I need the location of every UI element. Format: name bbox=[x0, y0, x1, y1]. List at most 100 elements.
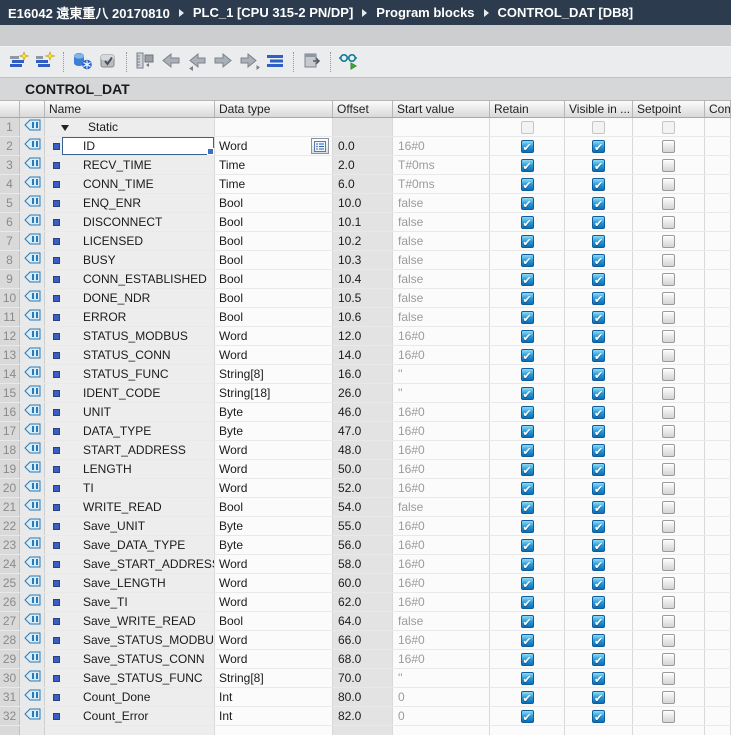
copy-snapshots-to-start-values-button[interactable] bbox=[132, 50, 158, 74]
setpoint-checkbox[interactable] bbox=[662, 443, 675, 457]
row-number[interactable]: 4 bbox=[0, 175, 20, 193]
start-value-cell[interactable]: 16#0 bbox=[393, 441, 490, 459]
setpoint-checkbox[interactable] bbox=[662, 614, 675, 628]
comment-cell[interactable] bbox=[705, 536, 731, 554]
download-without-reinit-button[interactable] bbox=[299, 50, 325, 74]
setpoint-checkbox[interactable] bbox=[662, 595, 675, 609]
retain-checkbox[interactable] bbox=[520, 424, 534, 440]
setpoint-checkbox[interactable] bbox=[662, 253, 675, 267]
setpoint-checkbox[interactable] bbox=[662, 519, 675, 533]
comment-cell[interactable] bbox=[705, 403, 731, 421]
comment-cell[interactable] bbox=[705, 270, 731, 288]
variable-name-cell[interactable]: STATUS_FUNC bbox=[45, 365, 215, 383]
retain-checkbox[interactable] bbox=[520, 557, 534, 573]
data-type-cell[interactable]: String[18] bbox=[215, 384, 333, 402]
data-type-cell[interactable]: Byte bbox=[215, 403, 333, 421]
data-type-cell[interactable]: Word bbox=[215, 650, 333, 668]
header-offset[interactable]: Offset bbox=[333, 101, 393, 117]
visible-in-hmi-checkbox[interactable] bbox=[592, 253, 605, 269]
start-value-cell[interactable]: '' bbox=[393, 384, 490, 402]
retain-checkbox[interactable] bbox=[520, 500, 534, 516]
data-type-cell[interactable]: Word bbox=[215, 137, 333, 155]
group-name-cell[interactable]: Static bbox=[45, 118, 215, 136]
variable-name-cell[interactable]: ID bbox=[45, 137, 215, 155]
retain-checkbox[interactable] bbox=[520, 329, 534, 345]
retain-checkbox[interactable] bbox=[520, 348, 534, 364]
setpoint-checkbox[interactable] bbox=[662, 462, 675, 476]
collapse-triangle-icon[interactable] bbox=[61, 125, 69, 131]
copy-start-to-actual-button[interactable] bbox=[184, 50, 210, 74]
download-start-values-button[interactable] bbox=[210, 50, 236, 74]
row-number[interactable]: 30 bbox=[0, 669, 20, 687]
variable-name-cell[interactable]: TI bbox=[45, 479, 215, 497]
start-value-cell[interactable]: '' bbox=[393, 669, 490, 687]
header-comment[interactable]: Com... bbox=[705, 101, 731, 117]
visible-in-hmi-checkbox[interactable] bbox=[592, 291, 605, 307]
visible-in-hmi-checkbox[interactable] bbox=[592, 595, 605, 611]
retain-checkbox[interactable] bbox=[520, 443, 534, 459]
retain-checkbox[interactable] bbox=[520, 367, 534, 383]
variable-name-cell[interactable]: UNIT bbox=[45, 403, 215, 421]
breadcrumb-item[interactable]: Program blocks bbox=[376, 5, 474, 20]
data-type-cell[interactable]: Bool bbox=[215, 270, 333, 288]
setpoint-checkbox[interactable] bbox=[662, 329, 675, 343]
expanded-mode-button[interactable] bbox=[262, 50, 288, 74]
visible-in-hmi-checkbox[interactable] bbox=[592, 443, 605, 459]
variable-name-cell[interactable]: Count_Error bbox=[45, 707, 215, 725]
variable-name-cell[interactable]: IDENT_CODE bbox=[45, 384, 215, 402]
row-number[interactable]: 16 bbox=[0, 403, 20, 421]
visible-in-hmi-checkbox[interactable] bbox=[592, 557, 605, 573]
retain-checkbox[interactable] bbox=[520, 519, 534, 535]
visible-in-hmi-checkbox[interactable] bbox=[592, 424, 605, 440]
visible-in-hmi-checkbox[interactable] bbox=[592, 272, 605, 288]
start-value-cell[interactable]: false bbox=[393, 612, 490, 630]
data-type-cell[interactable]: Int bbox=[215, 688, 333, 706]
start-value-cell[interactable]: false bbox=[393, 270, 490, 288]
start-value-cell[interactable]: 16#0 bbox=[393, 555, 490, 573]
start-value-cell[interactable]: false bbox=[393, 194, 490, 212]
comment-cell[interactable] bbox=[705, 308, 731, 326]
keep-actual-values-button[interactable] bbox=[69, 50, 95, 74]
header-visible-in-hmi[interactable]: Visible in ... bbox=[565, 101, 633, 117]
data-type-cell[interactable]: Word bbox=[215, 479, 333, 497]
variable-name-cell[interactable]: ERROR bbox=[45, 308, 215, 326]
setpoint-checkbox[interactable] bbox=[662, 652, 675, 666]
row-number[interactable]: 25 bbox=[0, 574, 20, 592]
retain-checkbox[interactable] bbox=[520, 386, 534, 402]
retain-checkbox[interactable] bbox=[520, 234, 534, 250]
data-type-dropdown-button[interactable] bbox=[311, 138, 329, 154]
start-value-cell[interactable]: 16#0 bbox=[393, 460, 490, 478]
retain-checkbox[interactable] bbox=[520, 633, 534, 649]
data-type-cell[interactable]: Word bbox=[215, 460, 333, 478]
row-number[interactable]: 5 bbox=[0, 194, 20, 212]
start-value-cell[interactable]: 16#0 bbox=[393, 327, 490, 345]
comment-cell[interactable] bbox=[705, 555, 731, 573]
comment-cell[interactable] bbox=[705, 213, 731, 231]
row-number[interactable]: 12 bbox=[0, 327, 20, 345]
visible-in-hmi-checkbox[interactable] bbox=[592, 196, 605, 212]
setpoint-checkbox[interactable] bbox=[662, 709, 675, 723]
retain-checkbox[interactable] bbox=[520, 196, 534, 212]
retain-checkbox[interactable] bbox=[520, 139, 534, 155]
visible-in-hmi-checkbox[interactable] bbox=[592, 139, 605, 155]
start-value-cell[interactable]: T#0ms bbox=[393, 156, 490, 174]
setpoint-checkbox[interactable] bbox=[662, 196, 675, 210]
start-value-cell[interactable]: false bbox=[393, 213, 490, 231]
visible-in-hmi-checkbox[interactable] bbox=[592, 709, 605, 725]
retain-checkbox[interactable] bbox=[520, 158, 534, 174]
retain-checkbox[interactable] bbox=[520, 462, 534, 478]
visible-in-hmi-checkbox[interactable] bbox=[592, 348, 605, 364]
variable-name-cell[interactable]: Save_STATUS_FUNC bbox=[45, 669, 215, 687]
comment-cell[interactable] bbox=[705, 460, 731, 478]
data-type-cell[interactable]: Time bbox=[215, 156, 333, 174]
visible-in-hmi-checkbox[interactable] bbox=[592, 310, 605, 326]
data-type-cell[interactable]: Bool bbox=[215, 213, 333, 231]
row-number[interactable]: 20 bbox=[0, 479, 20, 497]
comment-cell[interactable] bbox=[705, 669, 731, 687]
comment-cell[interactable] bbox=[705, 194, 731, 212]
visible-in-hmi-checkbox[interactable] bbox=[592, 500, 605, 516]
comment-cell[interactable] bbox=[705, 441, 731, 459]
comment-cell[interactable] bbox=[705, 650, 731, 668]
setpoint-checkbox[interactable] bbox=[662, 310, 675, 324]
retain-checkbox[interactable] bbox=[520, 614, 534, 630]
